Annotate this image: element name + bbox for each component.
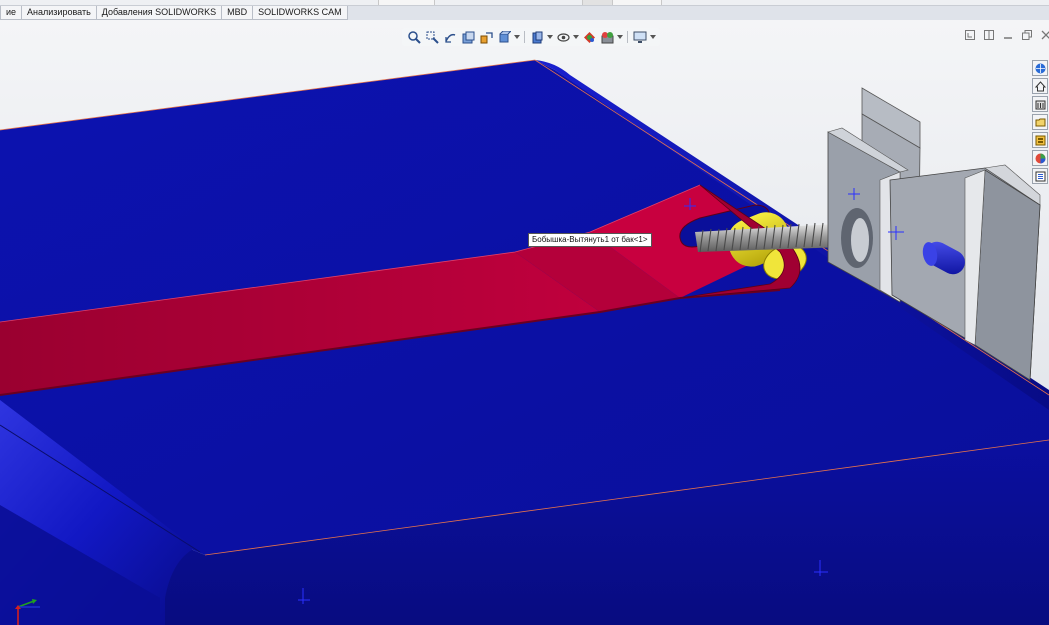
chevron-down-icon[interactable] bbox=[650, 29, 656, 45]
apply-scene-icon[interactable] bbox=[599, 29, 615, 45]
zoom-to-area-icon[interactable] bbox=[424, 29, 440, 45]
dynamic-annotation-icon[interactable] bbox=[478, 29, 494, 45]
edit-appearance-icon[interactable] bbox=[581, 29, 597, 45]
document-tab-fragment[interactable] bbox=[612, 0, 662, 5]
solidworks-resources-icon[interactable] bbox=[1032, 60, 1048, 76]
appearances-icon[interactable] bbox=[1032, 150, 1048, 166]
reference-triad bbox=[15, 599, 40, 625]
zoom-to-fit-icon[interactable] bbox=[406, 29, 422, 45]
document-tab-fragment[interactable] bbox=[582, 0, 614, 5]
view-palette-icon[interactable] bbox=[1032, 114, 1048, 130]
chevron-down-icon[interactable] bbox=[514, 29, 520, 45]
restore-previous-icon[interactable] bbox=[963, 29, 977, 41]
document-tab-fragment[interactable] bbox=[378, 0, 435, 5]
document-properties-icon[interactable] bbox=[1032, 132, 1048, 148]
file-explorer-icon[interactable] bbox=[1032, 96, 1048, 112]
toolbar-separator bbox=[627, 31, 628, 43]
3d-model-scene[interactable] bbox=[0, 20, 1049, 625]
tab-solidworks-addins[interactable]: Добавления SOLIDWORKS bbox=[95, 6, 223, 20]
close-icon[interactable] bbox=[1039, 29, 1049, 41]
selection-tooltip: Бобышка-Вытянуть1 от бак<1> bbox=[528, 233, 652, 247]
tab-mbd[interactable]: MBD bbox=[221, 6, 254, 20]
view-orientation-icon[interactable] bbox=[496, 29, 512, 45]
section-view-icon[interactable] bbox=[460, 29, 476, 45]
chevron-down-icon[interactable] bbox=[573, 29, 579, 45]
chevron-down-icon[interactable] bbox=[617, 29, 623, 45]
hide-show-icon[interactable] bbox=[555, 29, 571, 45]
custom-properties-icon[interactable] bbox=[1032, 168, 1048, 184]
display-style-icon[interactable] bbox=[529, 29, 545, 45]
graphics-viewport[interactable]: Бобышка-Вытянуть1 от бак<1> bbox=[0, 20, 1049, 625]
tab-features-partial[interactable]: ие bbox=[0, 6, 23, 20]
toolbar-separator bbox=[524, 31, 525, 43]
design-library-icon[interactable] bbox=[1032, 78, 1048, 94]
minimize-icon[interactable] bbox=[1001, 29, 1015, 41]
command-manager-tabs: ие Анализировать Добавления SOLIDWORKS M… bbox=[0, 6, 348, 20]
viewport-window-controls bbox=[958, 29, 1049, 41]
split-view-icon[interactable] bbox=[982, 29, 996, 41]
task-pane-tabs bbox=[1032, 60, 1048, 186]
heads-up-view-toolbar bbox=[402, 28, 660, 46]
tab-evaluate[interactable]: Анализировать bbox=[21, 6, 97, 20]
tab-solidworks-cam[interactable]: SOLIDWORKS CAM bbox=[252, 6, 348, 20]
bracket-hole-inner bbox=[851, 218, 869, 262]
chevron-down-icon[interactable] bbox=[547, 29, 553, 45]
previous-view-icon[interactable] bbox=[442, 29, 458, 45]
view-settings-icon[interactable] bbox=[632, 29, 648, 45]
restore-icon[interactable] bbox=[1020, 29, 1034, 41]
